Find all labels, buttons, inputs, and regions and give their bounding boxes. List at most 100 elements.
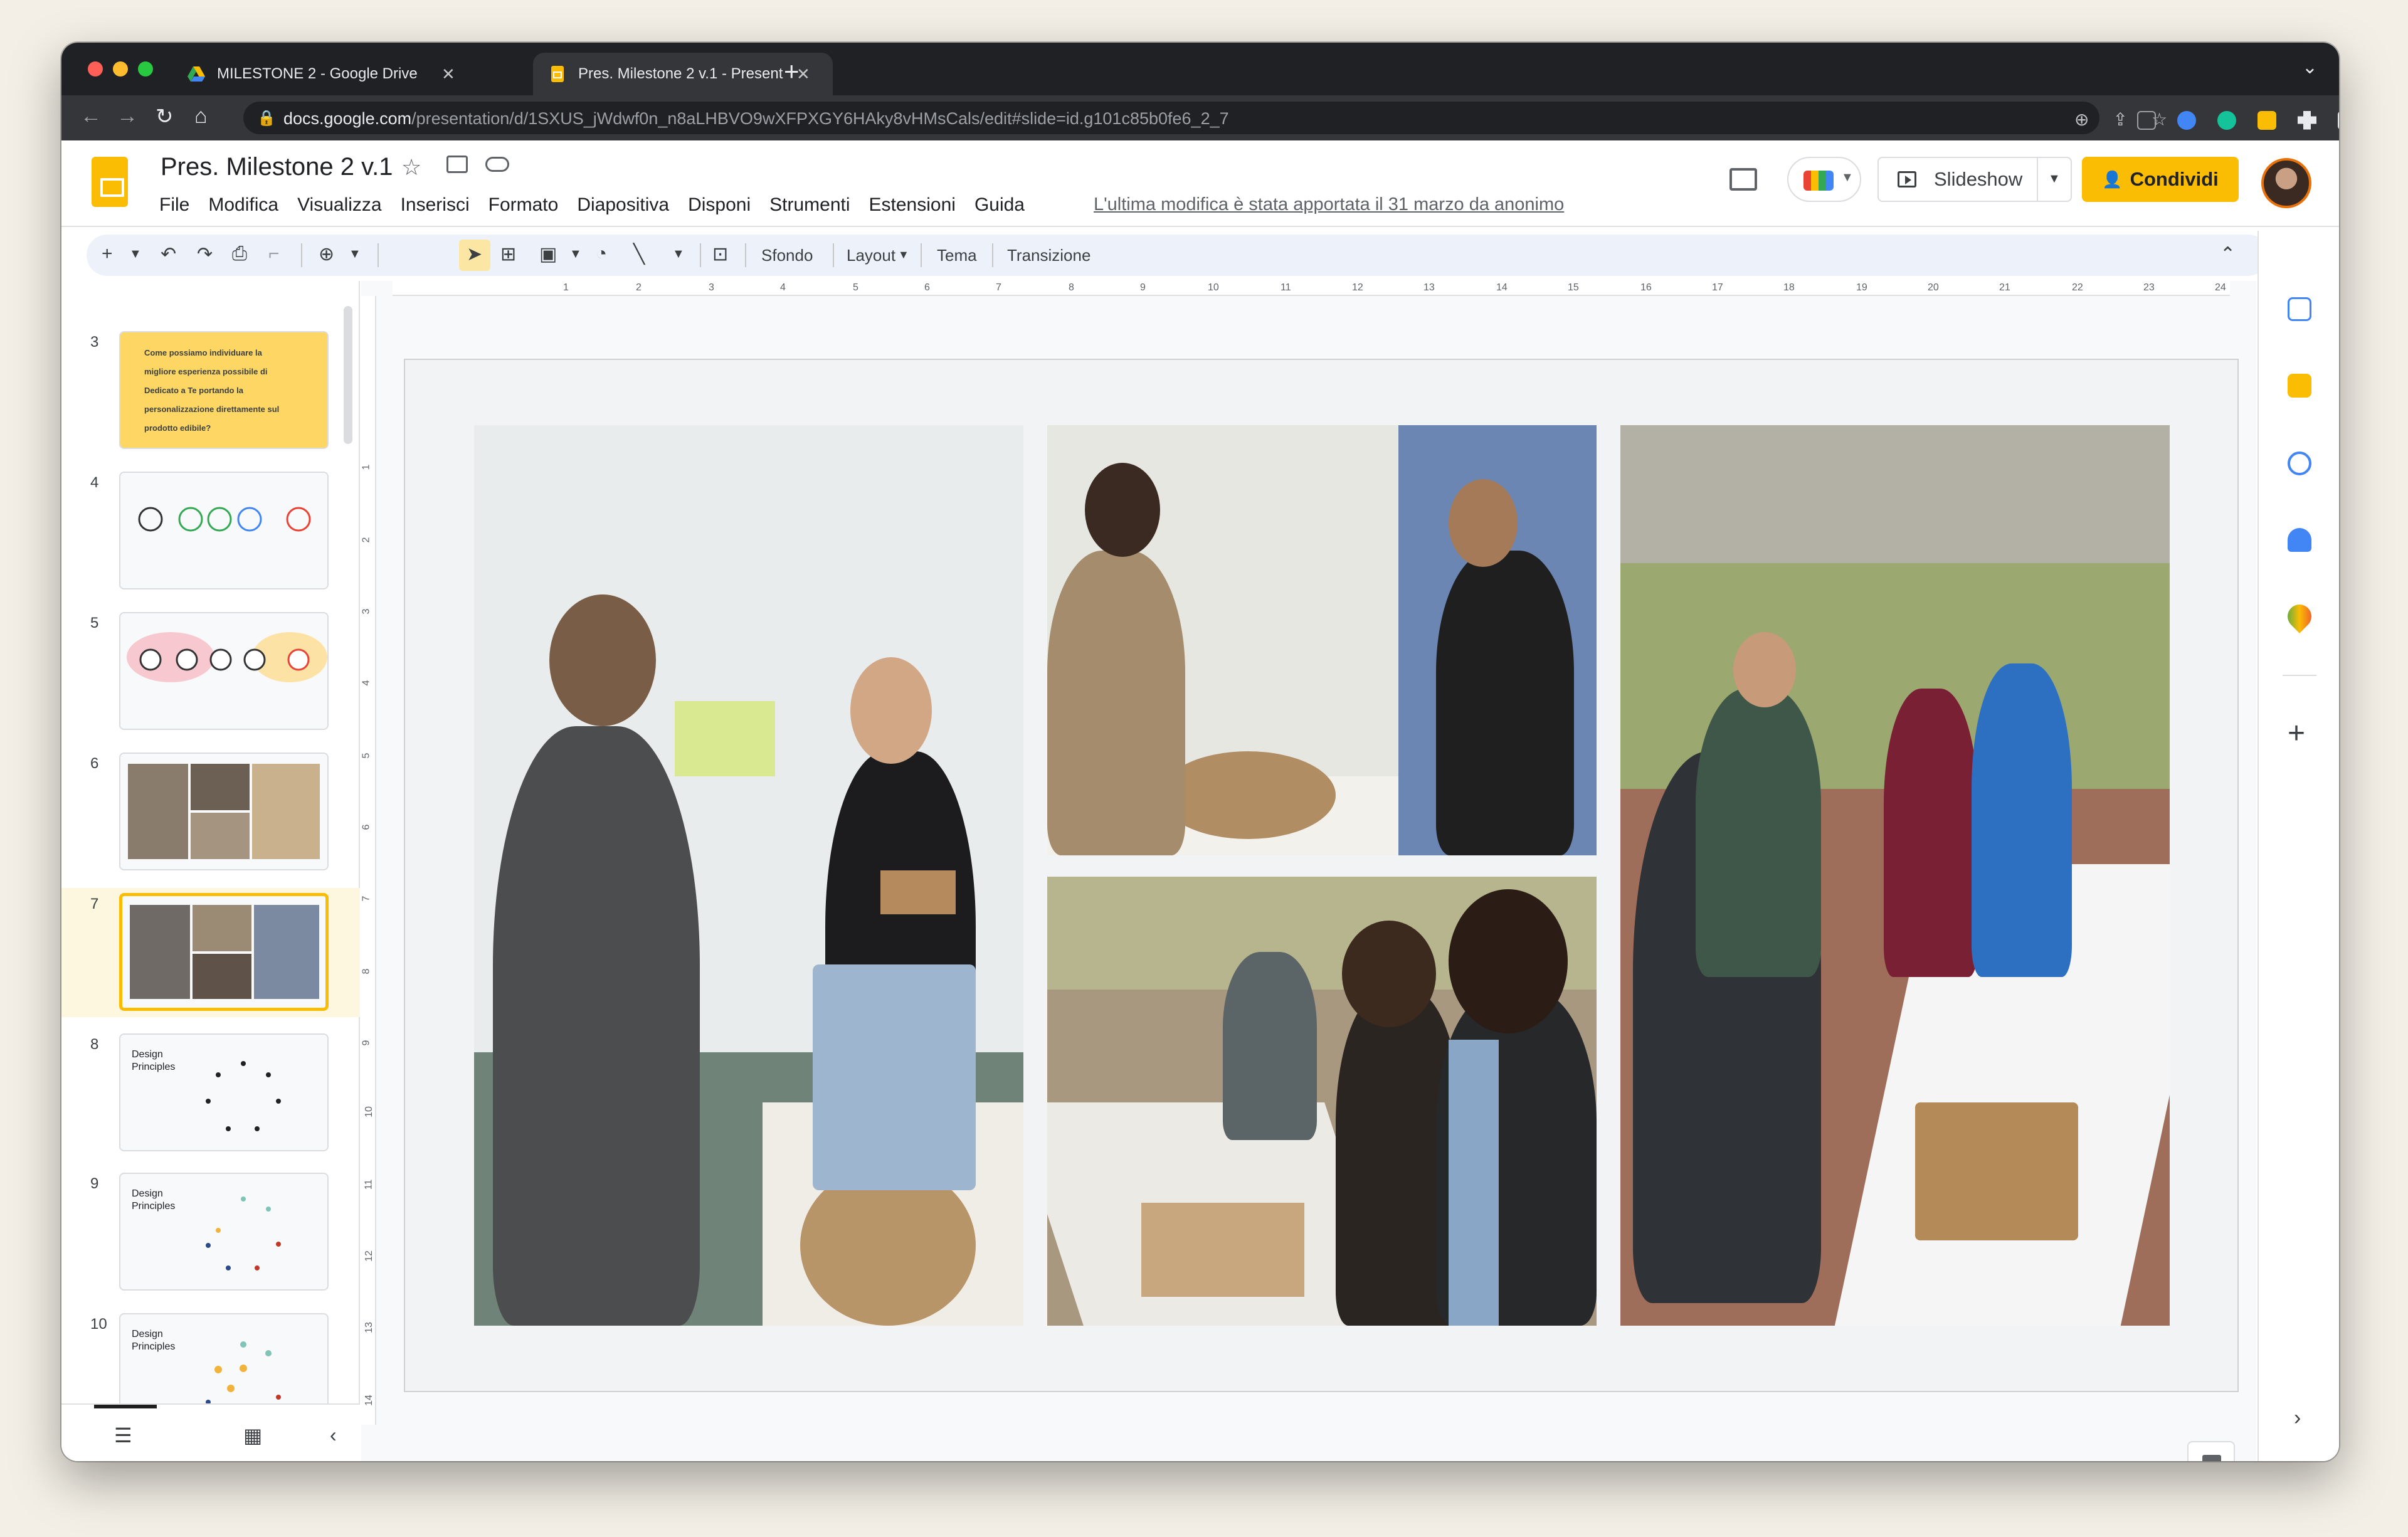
slide-photo-2[interactable] — [1047, 425, 1597, 855]
slide-number: 3 — [90, 334, 99, 351]
share-button[interactable]: 👤 Condividi — [2082, 157, 2239, 202]
menu-insert[interactable]: Inserisci — [401, 194, 470, 216]
last-edit-link[interactable]: L'ultima modifica è stata apportata il 3… — [1094, 194, 1564, 215]
explore-button[interactable] — [2187, 1441, 2235, 1461]
new-slide-layout-caret-icon[interactable]: ▼ — [129, 247, 142, 261]
comment-history-icon[interactable] — [1729, 168, 1757, 191]
current-slide[interactable] — [404, 359, 2239, 1392]
line-caret-icon[interactable]: ▼ — [672, 247, 685, 261]
layout-caret-icon[interactable]: ▼ — [898, 248, 909, 261]
menu-arrange[interactable]: Disponi — [688, 194, 751, 216]
new-slide-icon[interactable]: + — [102, 243, 113, 265]
slide-thumbnail-8[interactable]: 8 Design Principles — [61, 1028, 360, 1158]
collapse-toolbar-chevron-icon[interactable]: ⌃ — [2220, 243, 2236, 265]
slide-number: 5 — [90, 615, 99, 631]
lock-icon[interactable]: 🔒 — [257, 109, 276, 127]
browser-tab-drive[interactable]: MILESTONE 2 - Google Drive ✕ — [172, 53, 539, 95]
home-icon[interactable]: ⌂ — [194, 104, 208, 129]
user-avatar[interactable] — [2261, 158, 2311, 208]
print-icon[interactable]: ⎙ — [232, 243, 247, 265]
collapse-filmstrip-chevron-icon[interactable]: ‹ — [330, 1423, 337, 1447]
shape-icon[interactable]: ◔ — [596, 243, 607, 265]
grid-view-icon[interactable]: ▦ — [243, 1423, 262, 1447]
background-button[interactable]: Sfondo — [761, 246, 813, 265]
extension-shield-icon[interactable] — [2177, 110, 2196, 130]
extension-hand-icon[interactable] — [2258, 110, 2276, 130]
extension-grid-icon[interactable] — [2137, 110, 2156, 130]
paint-format-icon[interactable]: ⌐ — [268, 243, 280, 265]
close-tab-icon[interactable]: ✕ — [441, 65, 455, 84]
menu-tools[interactable]: Strumenti — [769, 194, 850, 216]
contacts-icon[interactable] — [2288, 528, 2311, 552]
document-title[interactable]: Pres. Milestone 2 v.1 — [161, 153, 393, 181]
slide-thumbnail-4[interactable]: 4 — [61, 467, 360, 596]
menu-edit[interactable]: Modifica — [208, 194, 278, 216]
select-cursor-icon[interactable]: ➤ — [467, 243, 482, 265]
slide-thumbnail-5[interactable]: 5 — [61, 607, 360, 736]
slide-photo-3[interactable] — [1620, 425, 2170, 1326]
layout-button[interactable]: Layout — [847, 246, 895, 265]
menu-view[interactable]: Visualizza — [297, 194, 382, 216]
line-icon[interactable]: ╲ — [633, 243, 645, 265]
menu-slide[interactable]: Diapositiva — [577, 194, 669, 216]
slide-number: 6 — [90, 755, 99, 772]
slide-thumbnail-3[interactable]: 3 Come possiamo individuare la migliore … — [61, 326, 360, 455]
tasks-icon[interactable] — [2288, 452, 2311, 475]
side-panel-icon[interactable] — [2338, 110, 2339, 130]
forward-icon[interactable]: → — [117, 104, 138, 129]
undo-icon[interactable]: ↶ — [161, 243, 176, 265]
star-icon[interactable]: ☆ — [401, 154, 421, 181]
meet-button[interactable]: ▼ — [1787, 157, 1861, 202]
share-page-icon[interactable]: ⇪ — [2113, 109, 2127, 130]
get-addons-plus-icon[interactable]: + — [2288, 716, 2305, 751]
add-comment-icon[interactable]: ⊡ — [712, 243, 728, 265]
text-box-icon[interactable]: ⊞ — [500, 243, 516, 265]
caret-down-icon: ▼ — [1841, 171, 1854, 184]
horizontal-ruler[interactable]: 1 2 3 4 5 6 7 8 9 10 11 12 13 14 15 16 1… — [393, 281, 2230, 296]
minimize-window-button[interactable] — [113, 61, 128, 77]
share-person-icon: 👤 — [2102, 169, 2123, 189]
maximize-window-button[interactable] — [138, 61, 153, 77]
url-text[interactable]: docs.google.com/presentation/d/1SXUS_jWd… — [283, 109, 1229, 129]
menu-file[interactable]: File — [159, 194, 189, 216]
transition-button[interactable]: Transizione — [1007, 246, 1090, 265]
cloud-status-icon[interactable] — [485, 157, 509, 172]
maps-icon[interactable] — [2283, 599, 2316, 633]
slideshow-button[interactable]: Slideshow ▼ — [1877, 157, 2072, 202]
slides-logo-icon[interactable] — [92, 157, 128, 207]
grammarly-icon[interactable] — [2217, 110, 2236, 130]
address-bar[interactable]: 🔒 docs.google.com/presentation/d/1SXUS_j… — [243, 102, 2167, 134]
back-icon[interactable]: ← — [80, 104, 102, 129]
filmstrip-view-icon[interactable]: ☰ — [114, 1423, 132, 1447]
meet-icon — [1803, 171, 1834, 191]
slideshow-options-caret-icon[interactable]: ▼ — [2048, 172, 2061, 186]
vertical-ruler[interactable]: 1 2 3 4 5 6 7 8 9 10 11 12 13 14 — [361, 296, 376, 1425]
zoom-icon[interactable]: ⊕ — [319, 243, 334, 265]
slide-number: 9 — [90, 1175, 99, 1192]
image-caret-icon[interactable]: ▼ — [569, 247, 582, 261]
calendar-icon[interactable] — [2288, 297, 2311, 321]
tab-search-chevron-icon[interactable]: ⌄ — [2302, 56, 2318, 78]
slide-thumbnail-6[interactable]: 6 — [61, 747, 360, 877]
slide-number: 4 — [90, 474, 99, 491]
zoom-caret-icon[interactable]: ▼ — [349, 247, 361, 261]
slide-thumbnail-7[interactable]: 7 — [61, 888, 360, 1017]
keep-icon[interactable] — [2288, 374, 2311, 398]
hide-side-panel-chevron-icon[interactable]: › — [2294, 1406, 2301, 1430]
slide-photo-1[interactable] — [474, 425, 1023, 1326]
zoom-icon[interactable]: ⊕ — [2074, 109, 2089, 130]
slide-thumbnail-9[interactable]: 9 Design Principles — [61, 1168, 360, 1297]
close-window-button[interactable] — [88, 61, 103, 77]
theme-button[interactable]: Tema — [937, 246, 977, 265]
extensions-puzzle-icon[interactable] — [2298, 110, 2316, 130]
reload-icon[interactable]: ↻ — [156, 104, 174, 129]
menu-extensions[interactable]: Estensioni — [869, 194, 956, 216]
slide-photo-4[interactable] — [1047, 877, 1597, 1326]
menu-format[interactable]: Formato — [488, 194, 559, 216]
menu-help[interactable]: Guida — [974, 194, 1025, 216]
new-tab-icon[interactable]: + — [784, 56, 800, 87]
redo-icon[interactable]: ↷ — [197, 243, 213, 265]
thumbnail-image: Design Principles — [119, 1173, 329, 1291]
image-icon[interactable]: ▣ — [539, 243, 557, 265]
move-folder-icon[interactable] — [446, 156, 468, 173]
